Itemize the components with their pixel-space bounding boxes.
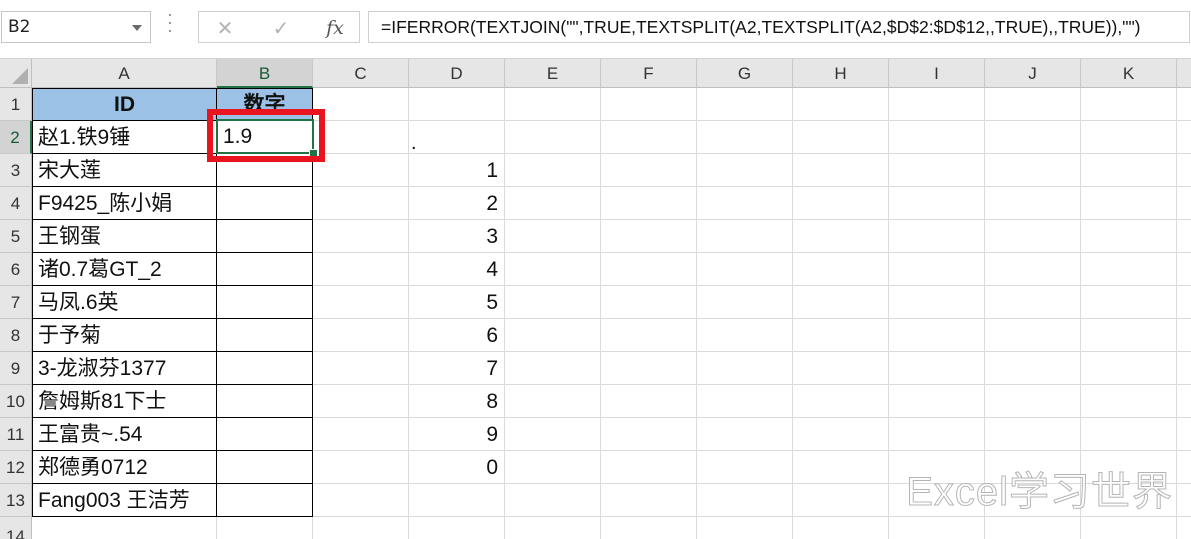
delimiter-cell[interactable]: 0 bbox=[409, 451, 504, 484]
gridline bbox=[600, 88, 601, 539]
row-header-12[interactable]: 12 bbox=[0, 451, 32, 484]
id-cell[interactable]: 詹姆斯81下士 bbox=[32, 385, 217, 418]
gridline bbox=[696, 88, 697, 539]
digits-cell[interactable] bbox=[217, 220, 313, 253]
id-cell[interactable]: 于予菊 bbox=[32, 319, 217, 352]
cancel-icon[interactable]: ✕ bbox=[211, 15, 239, 41]
row-header-6[interactable]: 6 bbox=[0, 253, 32, 286]
column-header-i[interactable]: I bbox=[889, 59, 985, 88]
column-header-k[interactable]: K bbox=[1081, 59, 1177, 88]
row-header-4[interactable]: 4 bbox=[0, 187, 32, 220]
digits-cell[interactable] bbox=[217, 418, 313, 451]
watermark-text: Excel学习世界 bbox=[906, 470, 1173, 515]
spreadsheet-grid: A B C D E F G H I J K 1 2 3 4 5 6 7 8 9 … bbox=[0, 59, 1191, 539]
row-header-13[interactable]: 13 bbox=[0, 484, 32, 517]
gridline bbox=[504, 88, 505, 539]
formula-input[interactable]: =IFERROR(TEXTJOIN("",TRUE,TEXTSPLIT(A2,T… bbox=[368, 11, 1190, 43]
insert-function-icon[interactable]: fx bbox=[321, 15, 349, 41]
row-header-14[interactable]: 14 bbox=[0, 517, 32, 539]
name-box-dropdown-icon[interactable] bbox=[132, 25, 142, 31]
formula-bar: B2 ✕ ✓ fx =IFERROR(TEXTJOIN("",TRUE,TEXT… bbox=[0, 0, 1191, 59]
formula-buttons: ✕ ✓ fx bbox=[198, 11, 360, 43]
header-cell-id[interactable]: ID bbox=[32, 88, 217, 121]
highlight-frame bbox=[207, 109, 325, 162]
column-header-b[interactable]: B bbox=[217, 59, 313, 88]
row-header-7[interactable]: 7 bbox=[0, 286, 32, 319]
row-header-10[interactable]: 10 bbox=[0, 385, 32, 418]
enter-icon[interactable]: ✓ bbox=[267, 15, 295, 41]
column-header-f[interactable]: F bbox=[601, 59, 697, 88]
delimiter-cell[interactable]: 4 bbox=[409, 253, 504, 286]
id-cell[interactable]: 马凤.6英 bbox=[32, 286, 217, 319]
formula-bar-splitter-icon[interactable] bbox=[168, 14, 172, 40]
delimiter-cell[interactable]: 1 bbox=[409, 154, 504, 187]
delimiter-cell[interactable]: 6 bbox=[409, 319, 504, 352]
gridline bbox=[1176, 88, 1177, 539]
column-header-j[interactable]: J bbox=[985, 59, 1081, 88]
digits-cell[interactable] bbox=[217, 319, 313, 352]
id-cell[interactable]: 郑德勇0712 bbox=[32, 451, 217, 484]
row-header-3[interactable]: 3 bbox=[0, 154, 32, 187]
name-box-value: B2 bbox=[8, 17, 31, 37]
row-header-8[interactable]: 8 bbox=[0, 319, 32, 352]
column-header-a[interactable]: A bbox=[32, 59, 217, 88]
select-all-icon bbox=[12, 68, 28, 84]
digits-cell[interactable] bbox=[217, 253, 313, 286]
id-cell[interactable]: 赵1.铁9锤 bbox=[32, 121, 217, 154]
id-cell[interactable]: 王富贵~.54 bbox=[32, 418, 217, 451]
row-header-11[interactable]: 11 bbox=[0, 418, 32, 451]
delimiter-cell[interactable]: 8 bbox=[409, 385, 504, 418]
delimiter-cell[interactable]: 3 bbox=[409, 220, 504, 253]
id-cell[interactable]: 宋大莲 bbox=[32, 154, 217, 187]
id-cell[interactable]: Fang003 王洁芳 bbox=[32, 484, 217, 517]
delimiter-cell[interactable]: 5 bbox=[409, 286, 504, 319]
digits-cell[interactable] bbox=[217, 187, 313, 220]
delimiter-cell[interactable]: . bbox=[411, 121, 451, 154]
column-header-g[interactable]: G bbox=[697, 59, 793, 88]
row-header-5[interactable]: 5 bbox=[0, 220, 32, 253]
delimiter-cell[interactable]: 2 bbox=[409, 187, 504, 220]
id-cell[interactable]: 3-龙淑芬1377 bbox=[32, 352, 217, 385]
row-header-1[interactable]: 1 bbox=[0, 88, 32, 121]
id-cell[interactable]: F9425_陈小娟 bbox=[32, 187, 217, 220]
id-cell[interactable]: 王钢蛋 bbox=[32, 220, 217, 253]
column-header-l[interactable] bbox=[1177, 59, 1191, 88]
excel-window: B2 ✕ ✓ fx =IFERROR(TEXTJOIN("",TRUE,TEXT… bbox=[0, 0, 1191, 539]
digits-cell[interactable] bbox=[217, 484, 313, 517]
column-header-c[interactable]: C bbox=[313, 59, 409, 88]
digits-cell[interactable] bbox=[217, 385, 313, 418]
digits-cell[interactable] bbox=[217, 352, 313, 385]
delimiter-cell[interactable]: 7 bbox=[409, 352, 504, 385]
select-all-button[interactable] bbox=[0, 59, 32, 88]
column-header-e[interactable]: E bbox=[505, 59, 601, 88]
gridline bbox=[792, 88, 793, 539]
digits-cell[interactable] bbox=[217, 286, 313, 319]
digits-cell[interactable] bbox=[217, 451, 313, 484]
id-cell[interactable]: 诸0.7葛GT_2 bbox=[32, 253, 217, 286]
delimiter-cell[interactable]: 9 bbox=[409, 418, 504, 451]
formula-text: =IFERROR(TEXTJOIN("",TRUE,TEXTSPLIT(A2,T… bbox=[381, 17, 1141, 37]
name-box[interactable]: B2 bbox=[1, 11, 151, 43]
column-header-d[interactable]: D bbox=[409, 59, 505, 88]
row-header-2[interactable]: 2 bbox=[0, 121, 32, 154]
row-header-9[interactable]: 9 bbox=[0, 352, 32, 385]
column-header-h[interactable]: H bbox=[793, 59, 889, 88]
gridline bbox=[888, 88, 889, 539]
